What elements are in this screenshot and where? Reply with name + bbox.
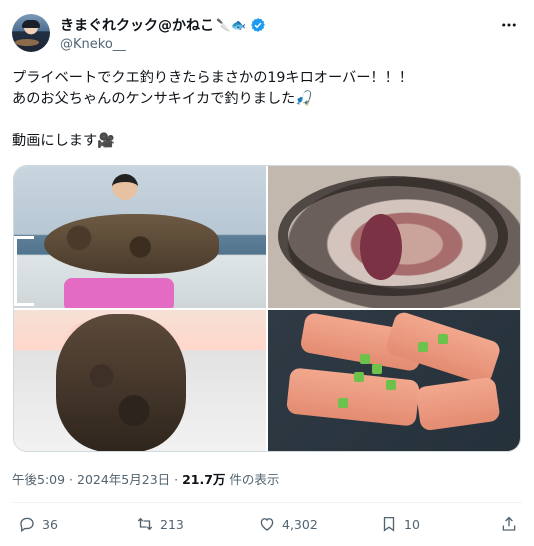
fish-slice: [285, 366, 421, 427]
display-name[interactable]: きまぐれクック@かねこ: [60, 15, 214, 35]
action-bar: 36 213 4,302 10: [12, 512, 522, 536]
media-grid: [13, 165, 521, 452]
pink-pants: [64, 278, 174, 308]
meta-separator: ·: [170, 472, 183, 487]
display-row: きまぐれクック@かねこ 🔪🐟: [60, 16, 266, 34]
fish-slice: [415, 376, 501, 431]
views-label: 件の表示: [225, 472, 280, 487]
tongue: [360, 214, 402, 280]
views-count: 21.7万: [182, 472, 226, 487]
green-onion: [438, 333, 448, 344]
grouper-body: [44, 214, 219, 274]
media-image-grilled-slices[interactable]: [268, 309, 520, 451]
reply-count: 36: [42, 516, 58, 532]
boat-rail: [14, 236, 34, 306]
timestamp[interactable]: 午後5:09 · 2024年5月23日: [12, 472, 170, 487]
media-image-grouper-boat[interactable]: [14, 166, 266, 308]
green-onion: [354, 371, 364, 382]
green-onion: [386, 379, 396, 390]
green-onion: [418, 341, 428, 352]
reply-button[interactable]: 36: [18, 512, 58, 536]
share-button[interactable]: [500, 512, 524, 536]
like-count: 4,302: [282, 516, 318, 532]
bookmark-button[interactable]: 10: [380, 512, 420, 536]
heart-icon: [260, 518, 274, 531]
bookmark-count: 10: [404, 516, 420, 532]
tweet-header: きまぐれクック@かねこ 🔪🐟 @Kneko__: [12, 12, 522, 56]
divider: [12, 502, 522, 503]
user-handle[interactable]: @Kneko__: [60, 37, 266, 52]
media-image-open-mouth[interactable]: [268, 166, 520, 308]
green-onion: [372, 363, 382, 374]
more-options-icon[interactable]: [500, 16, 518, 34]
avatar-cap: [22, 20, 40, 28]
fish-body: [56, 313, 186, 451]
display-emojis: 🔪🐟: [216, 18, 246, 32]
share-icon: [502, 516, 516, 531]
bookmark-icon: [383, 516, 395, 532]
avatar[interactable]: [12, 14, 50, 52]
retweet-icon: [137, 517, 153, 531]
green-onion: [338, 397, 348, 408]
author-names: きまぐれクック@かねこ 🔪🐟 @Kneko__: [60, 16, 266, 52]
avatar-fish: [15, 39, 39, 46]
green-onion: [360, 353, 370, 364]
media-image-red-light[interactable]: [14, 309, 266, 451]
tweet-text: プライベートでクエ釣りきたらまさかの19キロオーバー！！！ あのお父ちゃんのケン…: [12, 70, 413, 149]
retweet-button[interactable]: 213: [136, 512, 184, 536]
man-head: [112, 174, 138, 200]
tweet-meta: 午後5:09 · 2024年5月23日 · 21.7万 件の表示: [12, 469, 279, 488]
reply-icon: [20, 517, 34, 533]
verified-badge-icon: [251, 18, 265, 32]
fish-slice: [383, 309, 503, 386]
retweet-count: 213: [160, 516, 184, 532]
like-button[interactable]: 4,302: [258, 512, 318, 536]
